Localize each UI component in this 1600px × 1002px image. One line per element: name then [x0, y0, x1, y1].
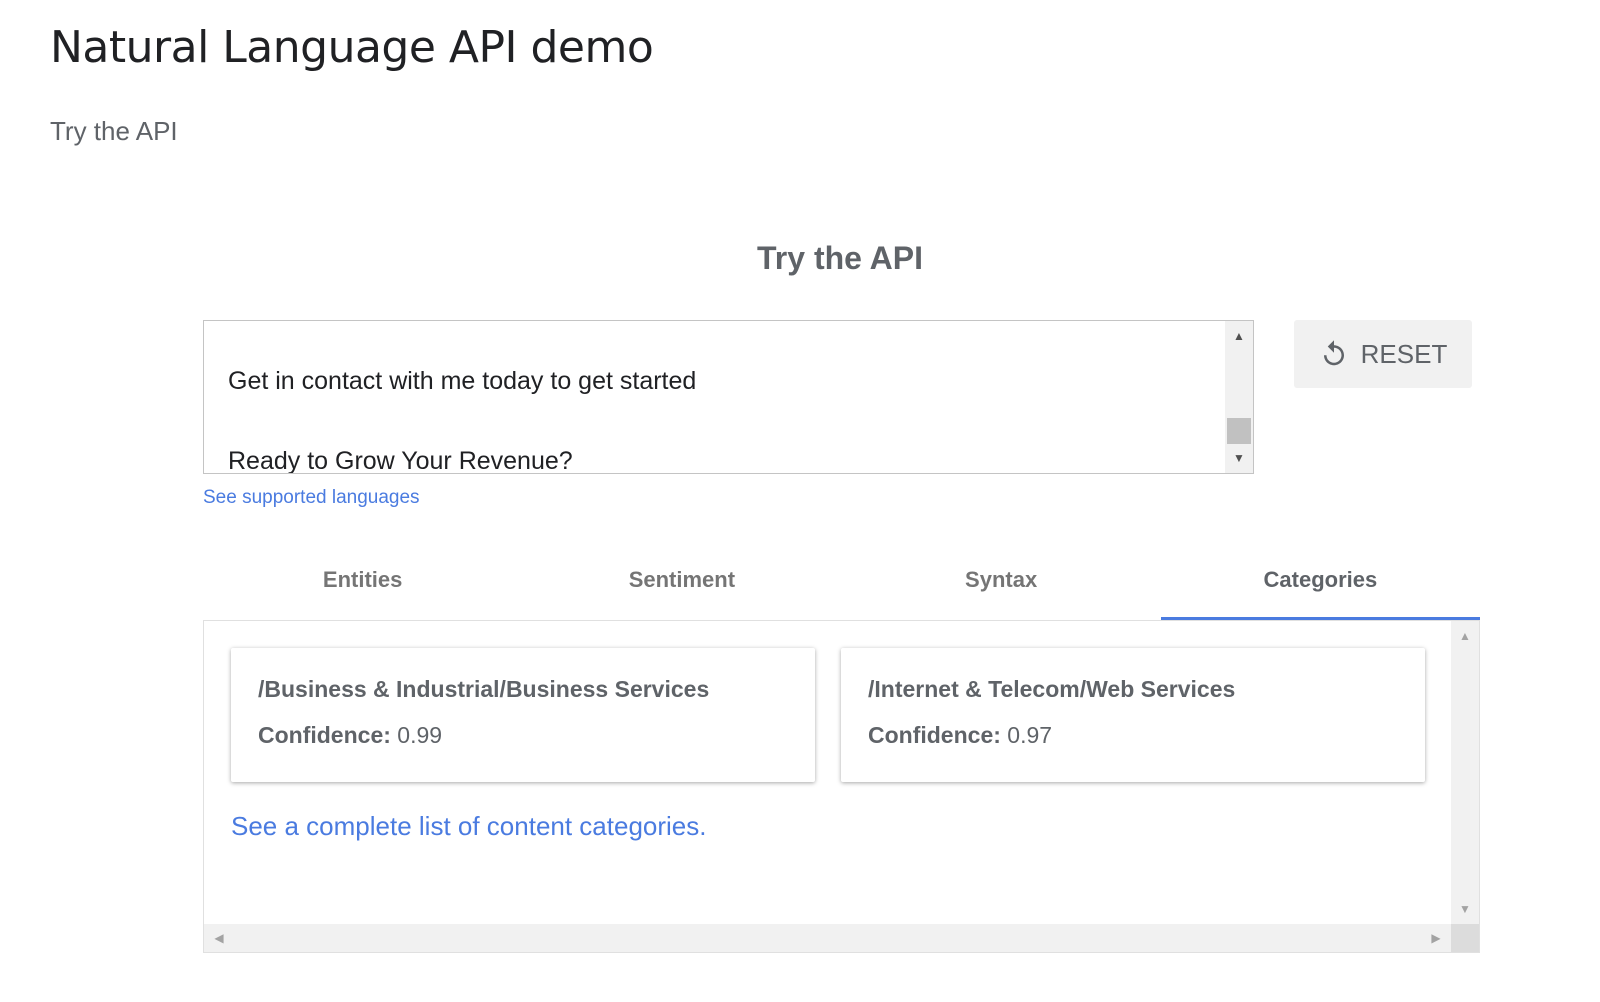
category-card: /Internet & Telecom/Web Services Confide… — [841, 648, 1425, 782]
scroll-down-icon[interactable]: ▼ — [1225, 447, 1253, 469]
scrollbar-thumb[interactable] — [1227, 418, 1251, 444]
page-title: Natural Language API demo — [50, 22, 654, 73]
analysis-tabs: Entities Sentiment Syntax Categories — [203, 545, 1481, 621]
confidence-label: Confidence: — [868, 722, 1001, 748]
text-input-content[interactable]: Get in contact with me today to get star… — [228, 361, 1213, 473]
scroll-up-icon[interactable]: ▲ — [1225, 325, 1253, 347]
text-input-area[interactable]: Get in contact with me today to get star… — [203, 320, 1254, 474]
scroll-down-icon[interactable]: ▼ — [1451, 898, 1479, 920]
results-vertical-scrollbar[interactable]: ▲ ▼ — [1451, 621, 1479, 924]
scroll-left-icon[interactable]: ◀ — [208, 924, 230, 952]
section-heading: Try the API — [757, 240, 923, 276]
refresh-icon — [1323, 340, 1344, 366]
confidence-label: Confidence: — [258, 722, 391, 748]
tab-syntax[interactable]: Syntax — [842, 545, 1161, 621]
reset-button[interactable]: RESET — [1294, 320, 1472, 388]
supported-languages-link[interactable]: See supported languages — [203, 487, 420, 509]
reset-label: RESET — [1360, 338, 1448, 369]
scrollbar-corner — [1451, 924, 1479, 952]
content-categories-link[interactable]: See a complete list of content categorie… — [231, 811, 707, 842]
scroll-up-icon[interactable]: ▲ — [1451, 625, 1479, 647]
results-horizontal-scrollbar[interactable]: ◀ ▶ — [204, 924, 1451, 952]
category-name: /Internet & Telecom/Web Services — [868, 676, 1236, 702]
confidence-value: 0.97 — [1007, 722, 1053, 748]
page-subtitle: Try the API — [50, 116, 178, 146]
category-card: /Business & Industrial/Business Services… — [231, 648, 815, 782]
tab-categories[interactable]: Categories — [1160, 545, 1481, 621]
confidence-value: 0.99 — [397, 722, 443, 748]
category-confidence: Confidence: 0.99 — [258, 722, 442, 749]
tab-entities[interactable]: Entities — [203, 545, 522, 621]
category-confidence: Confidence: 0.97 — [868, 722, 1052, 749]
text-input-scrollbar[interactable]: ▲ ▼ — [1225, 321, 1253, 473]
scroll-right-icon[interactable]: ▶ — [1425, 924, 1447, 952]
category-name: /Business & Industrial/Business Services — [258, 676, 710, 702]
results-panel: /Business & Industrial/Business Services… — [203, 620, 1480, 953]
tab-sentiment[interactable]: Sentiment — [522, 545, 841, 621]
